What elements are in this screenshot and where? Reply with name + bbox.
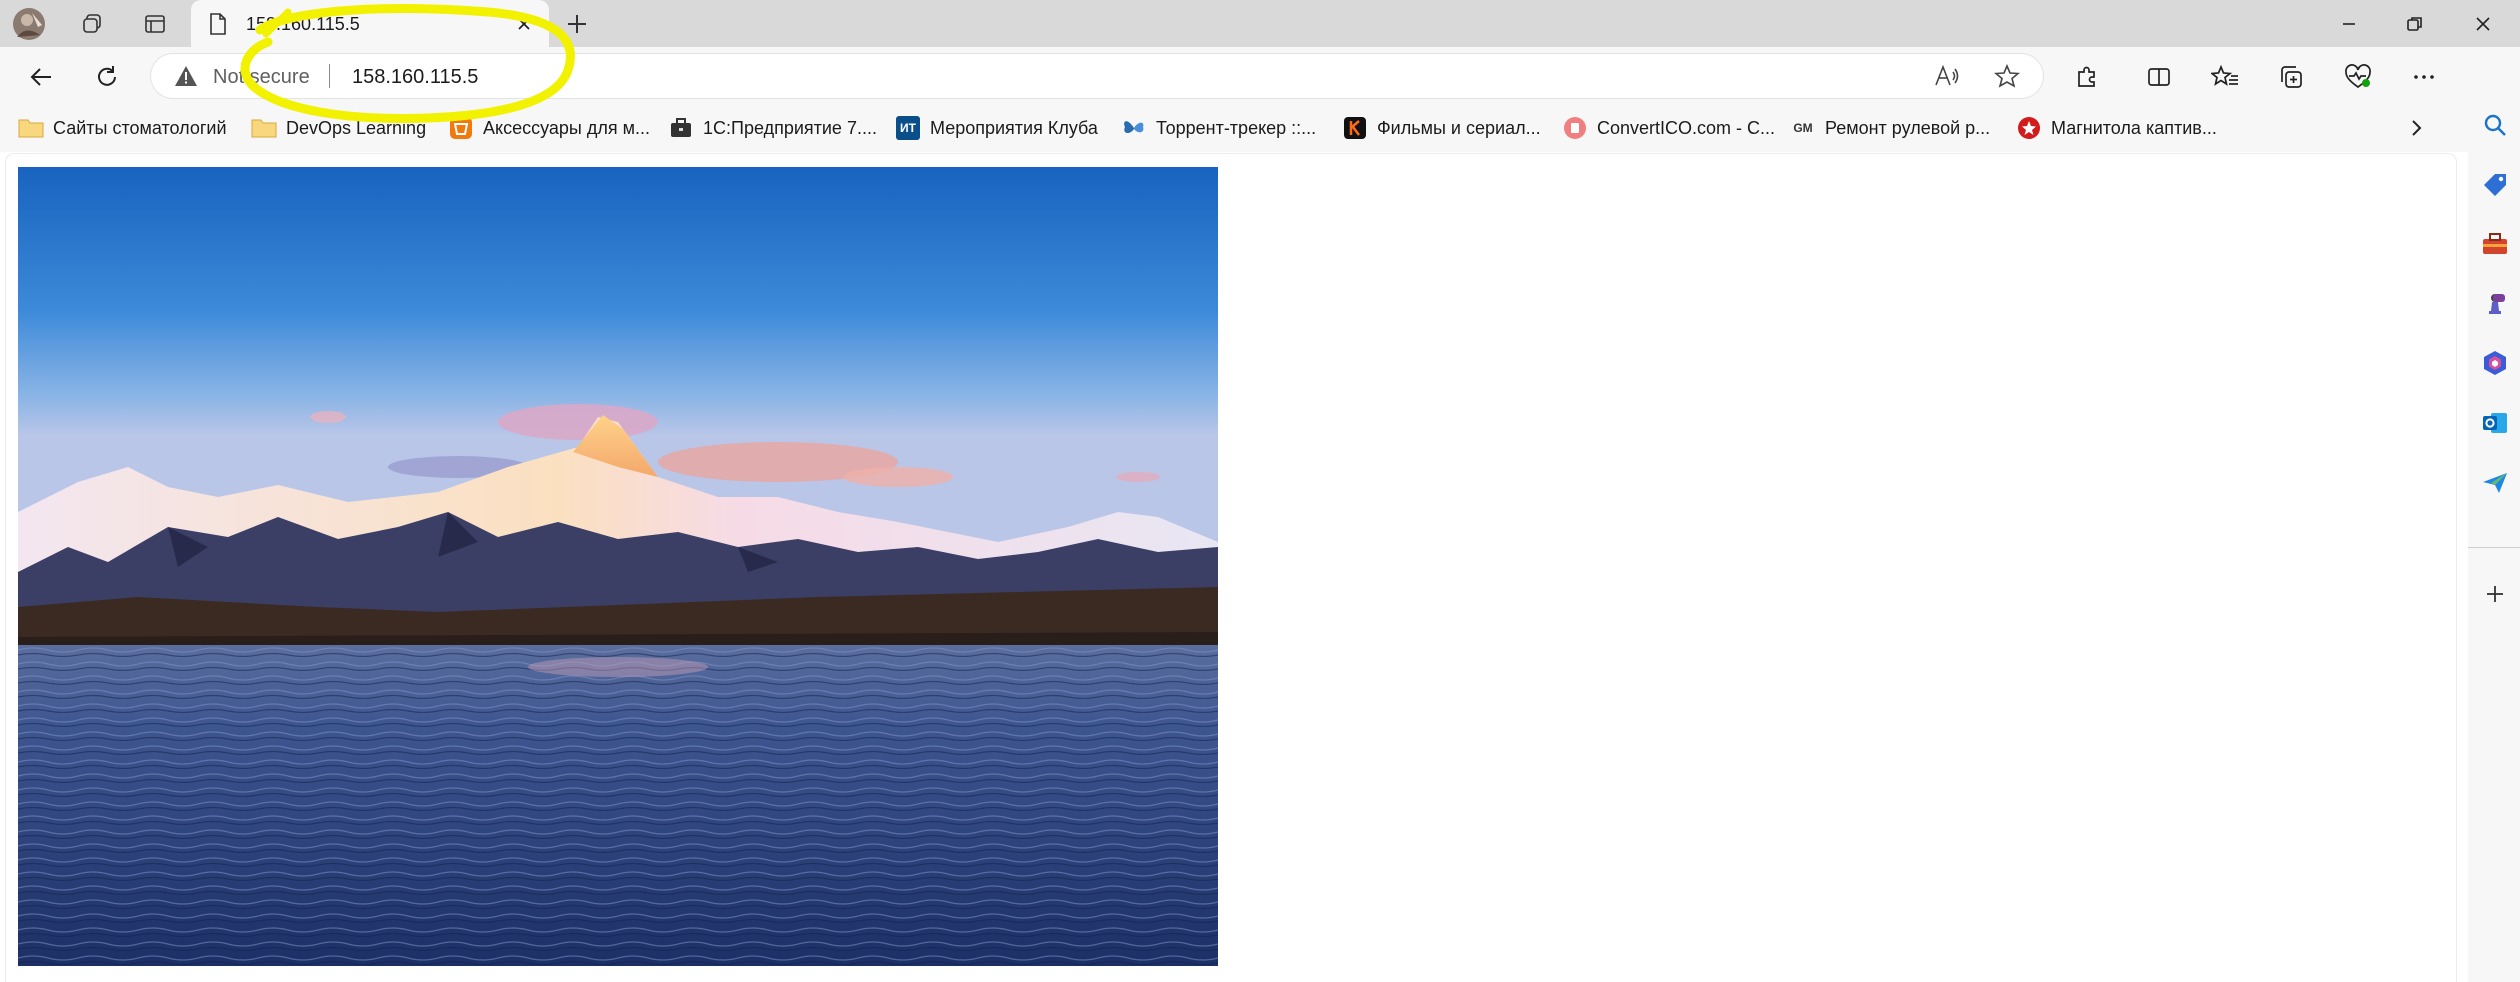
split-screen-icon: [2148, 68, 2170, 86]
restore-button[interactable]: [2382, 0, 2448, 47]
bookmark-item[interactable]: Сайты стоматологий: [18, 113, 227, 143]
sidebar-games-button[interactable]: [2477, 286, 2513, 322]
bookmark-item[interactable]: Аксессуары для м...: [448, 113, 650, 143]
bookmark-label: Мероприятия Клуба: [930, 117, 1098, 138]
film-icon: [1342, 116, 1368, 140]
more-dots-icon: [2414, 75, 2434, 79]
star-badge-icon: [2016, 116, 2042, 140]
vertical-tabs-icon: [145, 15, 165, 33]
edge-sidebar: [2468, 47, 2520, 982]
heart-pulse-icon: [2345, 64, 2371, 89]
bookmarks-bar: Сайты стоматологий DevOps Learning Аксес…: [0, 105, 2468, 152]
briefcase-icon: [668, 116, 694, 140]
tab-title: 158.160.115.5: [246, 14, 360, 34]
collections-icon: [2281, 66, 2302, 88]
page-content: [6, 154, 2456, 982]
sidebar-search-button[interactable]: [2477, 107, 2513, 143]
store-icon: [448, 116, 474, 140]
minimize-icon: [2343, 22, 2355, 25]
new-tab-button[interactable]: [555, 6, 599, 42]
refresh-button[interactable]: [86, 57, 128, 97]
bookmark-label: Сайты стоматологий: [53, 117, 227, 138]
bookmark-label: DevOps Learning: [286, 117, 427, 138]
bookmark-label: Фильмы и сериал...: [1377, 117, 1541, 138]
back-button[interactable]: [20, 57, 62, 97]
bookmark-item[interactable]: Фильмы и сериал...: [1342, 113, 1541, 143]
extensions-button[interactable]: [2066, 57, 2108, 97]
bookmark-item[interactable]: Магнитола каптив...: [2016, 113, 2217, 143]
microsoft-365-icon: [2484, 351, 2506, 375]
shopping-tag-icon: [2484, 174, 2506, 196]
sidebar-outlook-button[interactable]: [2477, 405, 2513, 441]
bookmark-label: Магнитола каптив...: [2051, 117, 2217, 138]
favorites-list-icon: [2211, 64, 2238, 86]
tab-actions-button[interactable]: [134, 6, 176, 42]
butterfly-icon: [1121, 116, 1147, 140]
minimize-button[interactable]: [2316, 0, 2382, 47]
favorites-button[interactable]: [2204, 57, 2246, 97]
profile-avatar-button[interactable]: [8, 6, 50, 42]
sidebar-divider: [2468, 547, 2520, 548]
sidebar-add-button[interactable]: [2477, 576, 2513, 612]
warning-icon[interactable]: [174, 65, 198, 87]
bookmark-label: ConvertICO.com - C...: [1597, 117, 1776, 138]
converter-icon: [1562, 116, 1588, 140]
close-tab-icon[interactable]: [512, 12, 536, 36]
puzzle-icon: [2078, 66, 2095, 87]
it-club-icon: ИТ: [895, 116, 921, 140]
navigation-toolbar: Not secure 158.160.115.5: [0, 47, 2520, 105]
back-arrow-icon: [30, 68, 51, 86]
split-screen-button[interactable]: [2138, 57, 2180, 97]
send-plane-icon: [2483, 473, 2507, 493]
tab-active[interactable]: 158.160.115.5: [191, 0, 549, 47]
bookmark-label: Торрент-трекер ::...: [1156, 117, 1317, 138]
bookmark-item[interactable]: GM Ремонт рулевой р...: [1790, 113, 1990, 143]
bookmark-item[interactable]: ИТ Мероприятия Клуба: [895, 113, 1098, 143]
sidebar-tools-button[interactable]: [2477, 226, 2513, 262]
favorite-star-icon[interactable]: [1994, 64, 2020, 88]
folder-icon: [251, 116, 277, 140]
settings-more-button[interactable]: [2403, 57, 2445, 97]
close-icon: [2476, 16, 2490, 31]
tab-strip: 158.160.115.5: [0, 0, 2520, 47]
workspaces-button[interactable]: [71, 6, 113, 42]
chevron-right-icon: [2412, 120, 2422, 136]
sidebar-drop-button[interactable]: [2477, 465, 2513, 501]
page-icon: [210, 13, 226, 35]
sidebar-shopping-button[interactable]: [2477, 167, 2513, 203]
bookmark-label: Ремонт рулевой р...: [1825, 117, 1991, 138]
folder-icon: [18, 116, 44, 140]
plus-icon: [2487, 586, 2503, 602]
bookmark-item[interactable]: DevOps Learning: [251, 113, 426, 143]
read-aloud-icon[interactable]: [1934, 65, 1960, 87]
chess-icon: [2489, 294, 2505, 314]
avatar: [13, 8, 45, 40]
mountain-lake-image: [18, 167, 1218, 966]
search-icon: [2484, 114, 2506, 136]
gm-city-icon: GM: [1793, 121, 1813, 135]
address-divider: [329, 64, 330, 88]
bookmark-item[interactable]: Торрент-трекер ::...: [1121, 113, 1316, 143]
url-text[interactable]: 158.160.115.5: [352, 66, 478, 89]
refresh-icon: [98, 66, 116, 86]
outlook-icon: [2483, 413, 2507, 433]
collections-button[interactable]: [2270, 57, 2312, 97]
toolbox-icon: [2483, 233, 2507, 254]
close-window-button[interactable]: [2450, 0, 2516, 47]
sidebar-copilot-button[interactable]: [2477, 345, 2513, 381]
bookmark-item[interactable]: 1С:Предприятие 7....: [668, 113, 877, 143]
bookmark-label: 1С:Предприятие 7....: [703, 117, 877, 138]
browser-essentials-button[interactable]: [2337, 57, 2379, 97]
bookmark-item[interactable]: ConvertICO.com - C...: [1562, 113, 1775, 143]
restore-icon: [2407, 16, 2422, 31]
bookmarks-overflow-button[interactable]: [2404, 113, 2428, 143]
bookmark-label: Аксессуары для м...: [483, 117, 650, 138]
workspaces-icon: [83, 14, 101, 33]
address-bar[interactable]: Not secure 158.160.115.5: [151, 54, 2043, 98]
security-status-label[interactable]: Not secure: [213, 66, 310, 89]
